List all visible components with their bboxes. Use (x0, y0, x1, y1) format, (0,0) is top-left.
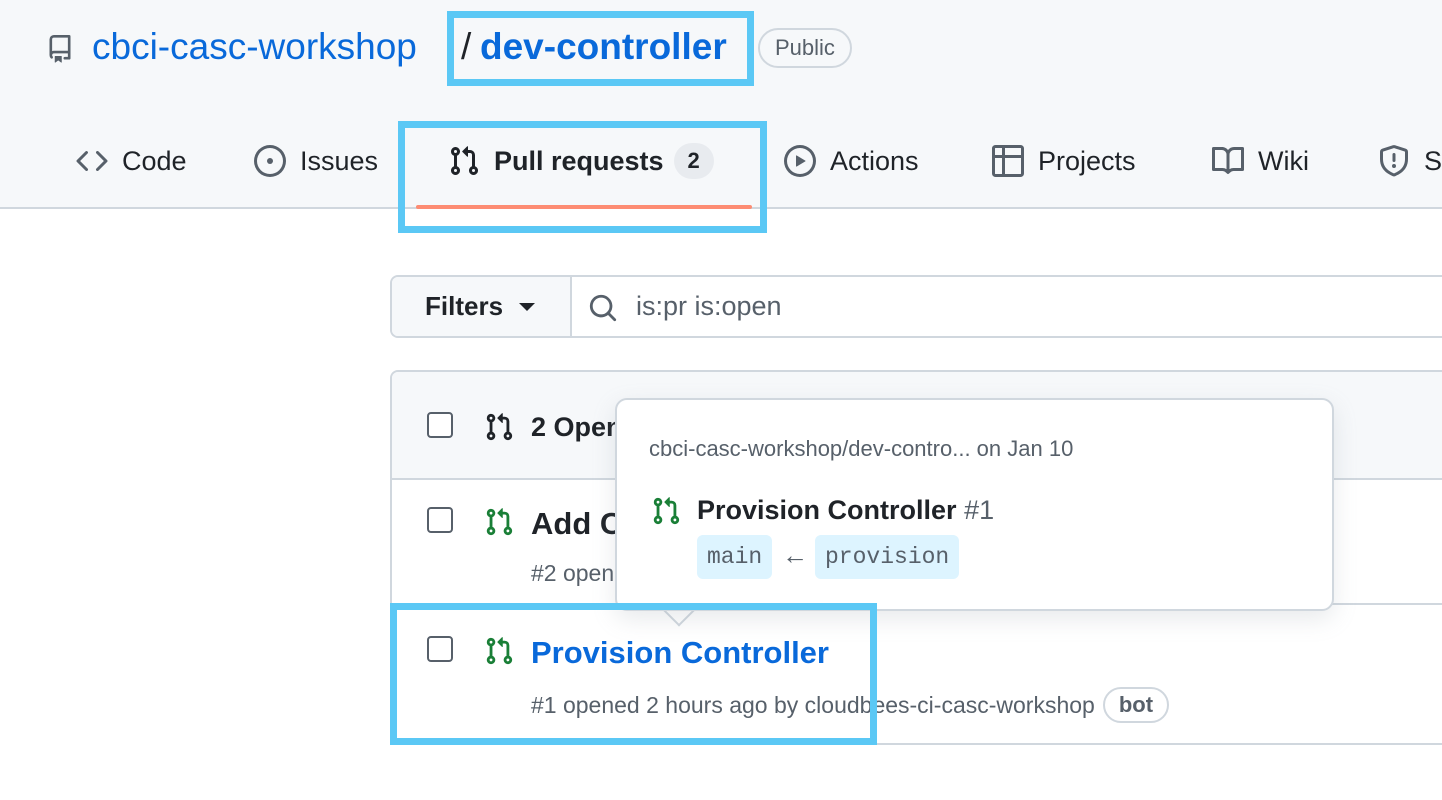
pr-hovercard: cbci-casc-workshop/dev-contro... on Jan … (615, 398, 1334, 611)
search-input[interactable] (636, 277, 1336, 336)
tab-projects[interactable]: Projects (992, 120, 1136, 202)
tab-pull-requests[interactable]: Pull requests 2 (448, 120, 714, 202)
hovercard-title[interactable]: Provision Controller #1 (697, 495, 994, 526)
tab-label: Code (122, 145, 187, 176)
caret-down-icon (519, 302, 536, 311)
row-checkbox[interactable] (427, 636, 453, 662)
hovercard-title-text: Provision Controller (697, 495, 957, 525)
pr-meta: #2 open (531, 560, 615, 586)
pr-title-link[interactable]: Add C (531, 506, 622, 542)
table-row: Provision Controller #1 opened 2 hours a… (392, 605, 1442, 743)
tab-security[interactable]: S (1378, 120, 1442, 202)
filters-dropdown-button[interactable]: Filters (392, 277, 572, 336)
shield-icon (1380, 145, 1408, 177)
hovercard-repo-line[interactable]: cbci-casc-workshop/dev-contro... on Jan … (649, 436, 1073, 462)
tab-code[interactable]: Code (76, 120, 187, 202)
issue-opened-icon (254, 145, 286, 177)
pr-meta-text: #1 opened 2 hours ago by cloudbees-ci-ca… (531, 691, 1095, 718)
tab-label: Pull requests (494, 145, 664, 176)
tab-label: S (1424, 145, 1442, 176)
bot-badge: bot (1102, 687, 1170, 723)
tab-actions[interactable]: Actions (784, 120, 919, 202)
tab-wiki[interactable]: Wiki (1212, 120, 1309, 202)
selected-tab-underline (416, 205, 752, 209)
tab-label: Wiki (1258, 145, 1309, 176)
tab-issues[interactable]: Issues (254, 120, 378, 202)
play-icon (784, 145, 816, 177)
git-pull-request-open-icon (486, 508, 513, 536)
repo-owner-link[interactable]: cbci-casc-workshop (92, 26, 417, 68)
git-pull-request-open-icon (653, 497, 680, 525)
book-icon (1212, 146, 1244, 174)
pr-meta: #1 opened 2 hours ago by cloudbees-ci-ca… (531, 687, 1170, 723)
head-branch-label[interactable]: provision (815, 535, 960, 579)
repo-icon (49, 35, 71, 63)
code-icon (76, 150, 108, 172)
table-icon (992, 145, 1024, 177)
pull-requests-counter: 2 (673, 143, 714, 179)
filter-bar: Filters (390, 275, 1442, 338)
repo-nav-tabs: Code Issues Pull requests 2 Actions Proj… (0, 120, 1442, 209)
visibility-badge: Public (758, 28, 852, 68)
repo-name-link[interactable]: dev-controller (480, 26, 727, 68)
hovercard-pr-number: #1 (964, 495, 995, 525)
filters-button-label: Filters (425, 291, 504, 321)
git-pull-request-open-icon (486, 637, 513, 665)
repo-header: cbci-casc-workshop / dev-controller Publ… (0, 0, 1442, 209)
tab-label: Projects (1038, 145, 1136, 176)
open-count-link[interactable]: 2 Open (531, 412, 623, 443)
pr-title-link[interactable]: Provision Controller (531, 635, 829, 671)
repo-path-separator: / (461, 26, 472, 67)
select-all-checkbox[interactable] (427, 412, 453, 438)
base-branch-label[interactable]: main (697, 535, 773, 579)
row-checkbox[interactable] (427, 507, 453, 533)
arrow-left-icon: ← (782, 540, 808, 570)
search-icon (589, 294, 617, 322)
git-pull-request-icon (486, 413, 513, 441)
tab-label: Issues (300, 145, 379, 176)
tab-label: Actions (830, 145, 919, 176)
git-pull-request-icon (450, 146, 479, 176)
